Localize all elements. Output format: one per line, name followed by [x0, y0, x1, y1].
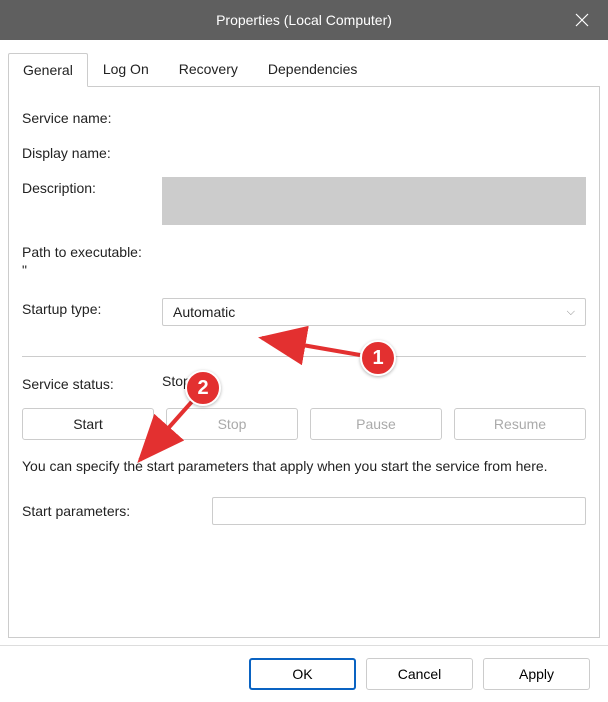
- resume-button: Resume: [454, 408, 586, 440]
- chevron-down-icon: ⌵: [567, 306, 575, 319]
- separator: [22, 356, 586, 357]
- general-panel: Service name: Display name: Description:…: [0, 87, 608, 535]
- tab-logon[interactable]: Log On: [88, 52, 164, 86]
- startup-type-value: Automatic: [173, 304, 235, 320]
- path-row: Path to executable:: [22, 241, 586, 260]
- title-bar: Properties (Local Computer): [0, 0, 608, 40]
- description-label: Description:: [22, 177, 162, 196]
- close-button[interactable]: [556, 0, 608, 40]
- stop-button: Stop: [166, 408, 298, 440]
- start-button[interactable]: Start: [22, 408, 154, 440]
- start-parameters-input[interactable]: [212, 497, 586, 525]
- hint-text: You can specify the start parameters tha…: [22, 456, 586, 477]
- service-name-row: Service name:: [22, 107, 586, 126]
- service-name-label: Service name:: [22, 107, 162, 126]
- tabs-row: General Log On Recovery Dependencies: [0, 40, 608, 87]
- cancel-button[interactable]: Cancel: [366, 658, 473, 690]
- path-value: ": [22, 262, 27, 278]
- pause-button: Pause: [310, 408, 442, 440]
- apply-button[interactable]: Apply: [483, 658, 590, 690]
- service-status-label: Service status:: [22, 373, 162, 392]
- startup-type-row: Startup type: Automatic ⌵: [22, 298, 586, 326]
- close-icon: [575, 13, 589, 27]
- footer: OK Cancel Apply: [0, 645, 608, 702]
- start-parameters-label: Start parameters:: [22, 503, 212, 519]
- tab-dependencies[interactable]: Dependencies: [253, 52, 373, 86]
- display-name-label: Display name:: [22, 142, 162, 161]
- path-value-row: ": [22, 262, 586, 278]
- startup-type-label: Startup type:: [22, 298, 162, 317]
- start-parameters-row: Start parameters:: [22, 497, 586, 525]
- service-status-row: Service status: Stopped: [22, 373, 586, 392]
- description-row: Description:: [22, 177, 586, 225]
- tab-recovery[interactable]: Recovery: [164, 52, 253, 86]
- service-buttons-row: Start Stop Pause Resume: [22, 408, 586, 440]
- service-status-value: Stopped: [162, 373, 214, 392]
- path-label: Path to executable:: [22, 241, 142, 260]
- dialog-content: General Log On Recovery Dependencies Ser…: [0, 40, 608, 535]
- startup-type-select[interactable]: Automatic ⌵: [162, 298, 586, 326]
- tab-general[interactable]: General: [8, 53, 88, 87]
- display-name-row: Display name:: [22, 142, 586, 161]
- ok-button[interactable]: OK: [249, 658, 356, 690]
- description-box[interactable]: [162, 177, 586, 225]
- window-title: Properties (Local Computer): [216, 12, 392, 28]
